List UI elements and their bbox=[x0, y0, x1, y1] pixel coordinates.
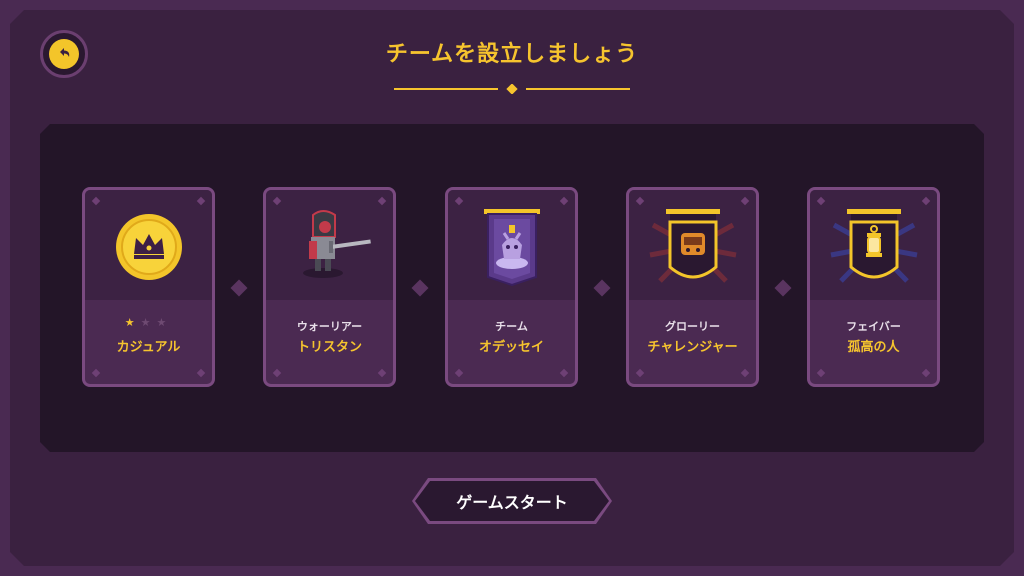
difficulty-stars: ★★★ bbox=[85, 316, 212, 329]
corner-ornament bbox=[740, 368, 750, 378]
glory-card[interactable]: グローリー チャレンジャー bbox=[626, 187, 759, 387]
page-title: チームを設立しましょう bbox=[385, 42, 639, 67]
card-name: 孤高の人 bbox=[847, 340, 900, 355]
game-start-button[interactable]: ゲームスタート bbox=[412, 478, 612, 524]
corner-ornament bbox=[377, 368, 387, 378]
glory-banner-icon bbox=[629, 202, 756, 292]
corner-ornament bbox=[635, 368, 645, 378]
corner-ornament bbox=[272, 368, 282, 378]
crown-coin-icon bbox=[85, 202, 212, 292]
lantern-banner-icon bbox=[810, 202, 937, 292]
card-name: チャレンジャー bbox=[647, 340, 738, 355]
corner-ornament bbox=[559, 368, 569, 378]
team-card[interactable]: チーム オデッセイ bbox=[445, 187, 578, 387]
corner-ornament bbox=[91, 368, 101, 378]
corner-ornament bbox=[196, 368, 206, 378]
game-start-label: ゲームスタート bbox=[415, 481, 609, 521]
star-empty-icon: ★ bbox=[156, 316, 173, 329]
warrior-card[interactable]: ウォーリアー トリスタン bbox=[263, 187, 396, 387]
card-name: オデッセイ bbox=[478, 340, 544, 355]
title-divider bbox=[394, 84, 630, 94]
card-name: カジュアル bbox=[116, 340, 181, 355]
corner-ornament bbox=[454, 368, 464, 378]
team-banner-icon bbox=[448, 202, 575, 292]
difficulty-card[interactable]: ★★★ カジュアル bbox=[82, 187, 215, 387]
star-empty-icon: ★ bbox=[140, 316, 157, 329]
corner-ornament bbox=[921, 368, 931, 378]
knight-warrior-icon bbox=[266, 202, 393, 292]
card-subtitle: ウォーリアー bbox=[296, 320, 363, 333]
card-subtitle: グローリー bbox=[665, 320, 720, 333]
corner-ornament bbox=[816, 368, 826, 378]
card-subtitle: チーム bbox=[495, 320, 528, 333]
card-subtitle: フェイバー bbox=[846, 320, 901, 333]
favor-card[interactable]: フェイバー 孤高の人 bbox=[807, 187, 940, 387]
star-filled-icon: ★ bbox=[124, 316, 141, 329]
card-name: トリスタン bbox=[296, 340, 362, 355]
